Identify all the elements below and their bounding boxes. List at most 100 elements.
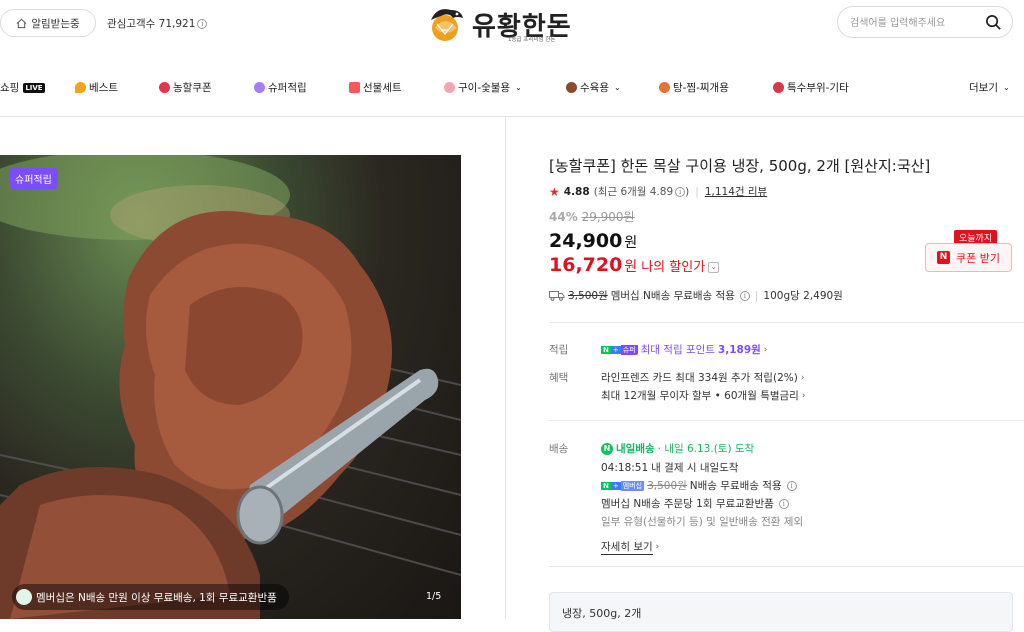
rating-recent: (최근 6개월 4.89 i): [594, 184, 690, 199]
chevron-right-icon: ›: [763, 344, 768, 355]
countdown-text: 내 결제 시 내일도착: [651, 462, 739, 474]
burst-icon: [159, 82, 170, 93]
nav-label: 구이-숯불용: [458, 82, 511, 94]
info-icon[interactable]: i: [778, 498, 789, 509]
nav-item-more[interactable]: 더보기 ⌄: [969, 80, 1010, 95]
info-icon[interactable]: i: [739, 290, 750, 301]
original-price-line: 44% 29,900원: [549, 208, 635, 225]
original-price: 29,900원: [581, 210, 635, 224]
nav-label: 더보기: [969, 82, 998, 94]
super-point-mini-badge: N + 슈퍼: [601, 344, 638, 355]
product-image[interactable]: 슈퍼적립 멤버십은 N배송 만원 이상 무료배송, 1회 무료교환반품 1/5: [0, 155, 461, 619]
chevron-down-icon: ⌄: [1002, 83, 1010, 92]
search-box: [837, 6, 1013, 38]
product-title: [농할쿠폰] 한돈 목살 구이용 냉장, 500g, 2개 [원산지:국산]: [549, 157, 931, 175]
pot-icon: [659, 82, 670, 93]
section-divider: [549, 566, 1024, 567]
info-icon[interactable]: i: [675, 187, 686, 197]
currency-unit: 원: [624, 259, 638, 275]
unit-price: 100g당 2,490원: [763, 290, 843, 302]
review-link[interactable]: 1,114건 리뷰: [705, 184, 767, 199]
badge-n: N: [601, 481, 611, 490]
delivery-fee: 3,500원: [647, 480, 687, 492]
chevron-right-icon: ›: [800, 372, 805, 383]
badge-plus: +: [610, 345, 621, 354]
option-selector[interactable]: 냉장, 500g, 2개: [549, 592, 1013, 632]
arrival-date: · 내일 6.13.(토) 도착: [657, 443, 755, 455]
gift-icon: [349, 82, 360, 93]
countdown-line: 04:18:51 내 결제 시 내일도착: [601, 460, 738, 475]
my-price-label: 나의 할인가: [641, 260, 706, 275]
badge-n: N: [601, 345, 611, 354]
nav-item-gift-set[interactable]: 선물세트: [349, 80, 402, 95]
sale-price: 24,900 원: [549, 230, 637, 252]
separator: |: [695, 185, 699, 198]
nav-label: 슈퍼적립: [268, 82, 307, 94]
benefit-card-text: 라인프렌즈 카드 최대 334원 추가 적립(2%): [601, 372, 798, 384]
shipping-text: 멤버십 N배송 무료배송 적용: [610, 290, 735, 302]
exception-line: 일부 유형(선물하기 등) 및 일반배송 전환 제외: [601, 514, 803, 529]
section-divider: [549, 420, 1024, 421]
chevron-right-icon: ›: [801, 390, 806, 401]
nav-divider: [0, 116, 1024, 117]
header: 알림받는중 관심고객수 71,921 i 유황한돈 1등급 프리미엄 한돈: [0, 0, 1024, 48]
delivery-details-link[interactable]: 자세히 보기 ›: [601, 539, 659, 555]
info-icon[interactable]: i: [197, 19, 208, 29]
truck-icon: [549, 291, 565, 301]
live-badge: LIVE: [23, 82, 45, 93]
nav-item-special[interactable]: 특수부위-기타: [773, 80, 849, 95]
get-coupon-button[interactable]: N 쿠폰 받기: [925, 243, 1012, 272]
badge-plus: +: [610, 481, 621, 490]
info-icon[interactable]: i: [786, 480, 797, 491]
rating-recent-close: ): [685, 186, 690, 198]
store-logo[interactable]: 유황한돈 1등급 프리미엄 한돈: [427, 4, 597, 44]
logo-subtitle: 1등급 프리미엄 한돈: [508, 37, 556, 43]
details-link-text: 자세히 보기: [601, 541, 653, 555]
membership-fee-line: N + 멤버십 3,500원 N배송 무료배송 적용 i: [601, 478, 797, 493]
nav-item-farm-coupon[interactable]: 농할쿠폰: [159, 80, 212, 95]
image-caption: 멤버십은 N배송 만원 이상 무료배송, 1회 무료교환반품: [12, 584, 289, 610]
steak-icon: [773, 82, 784, 93]
search-icon[interactable]: [985, 14, 1002, 31]
nav-item-stew[interactable]: 탕-찜-찌개용: [659, 80, 729, 95]
chevron-down-icon: ⌄: [613, 83, 621, 92]
benefit-card-link[interactable]: 라인프렌즈 카드 최대 334원 추가 적립(2%) ›: [601, 370, 804, 385]
express-delivery-line: N 내일배송 · 내일 6.13.(토) 도착: [601, 441, 754, 456]
grilled-pork-photo: [0, 155, 461, 619]
sale-price-value: 24,900: [549, 230, 623, 252]
image-caption-text: 멤버십은 N배송 만원 이상 무료배송, 1회 무료교환반품: [36, 591, 277, 604]
shipping-summary: 3,500원 멤버십 N배송 무료배송 적용 i | 100g당 2,490원: [549, 288, 843, 303]
chevron-right-icon: ›: [655, 542, 660, 552]
rating-line: ★ 4.88 (최근 6개월 4.89 i) | 1,114건 리뷰: [549, 184, 767, 199]
nav-item-shopping-live[interactable]: 쇼핑 LIVE: [0, 80, 45, 95]
chevron-down-icon[interactable]: ⌄: [708, 262, 720, 273]
naver-n-icon: N: [937, 251, 950, 264]
my-price-value: 16,720: [549, 254, 623, 276]
nav-label: 수육용: [580, 82, 609, 94]
nav-item-super-point[interactable]: 슈퍼적립: [254, 80, 307, 95]
nav-item-boiled[interactable]: 수육용 ⌄: [566, 80, 621, 95]
shipping-fee: 3,500원: [568, 290, 608, 302]
fire-icon: [75, 82, 86, 93]
points-link[interactable]: N + 슈퍼 최대 적립 포인트 3,189원 ›: [601, 342, 767, 357]
discount-rate: 44%: [549, 210, 578, 224]
category-nav: 쇼핑 LIVE 베스트 농할쿠폰 슈퍼적립 선물세트 구이-숯불용 ⌄ 수육용 ⌄ 탕…: [0, 70, 1024, 106]
nav-item-best[interactable]: 베스트: [75, 80, 118, 95]
search-input[interactable]: [850, 14, 980, 32]
benefit-label: 혜택: [549, 372, 569, 384]
benefit-installment-text: 최대 12개월 무이자 할부 • 60개월 특별금리: [601, 390, 799, 402]
nav-label: 선물세트: [363, 82, 402, 94]
section-divider: [549, 322, 1024, 323]
benefit-installment-link[interactable]: 최대 12개월 무이자 할부 • 60개월 특별금리 ›: [601, 388, 805, 403]
alarm-button[interactable]: 알림받는중: [0, 9, 96, 37]
exception-text: 일부 유형(선물하기 등) 및 일반배송 전환 제외: [601, 516, 804, 528]
badge-super: 슈퍼: [620, 344, 638, 355]
express-label: 내일배송: [616, 443, 655, 455]
star-icon: ★: [549, 184, 560, 199]
points-value: 3,189원: [717, 344, 761, 356]
exchange-line: 멤버십 N배송 주문당 1회 무료교환반품 i: [601, 496, 789, 511]
nav-item-grill[interactable]: 구이-숯불용 ⌄: [444, 80, 522, 95]
delivery-label: 배송: [549, 443, 569, 455]
my-discount-price: 16,720 원 나의 할인가 ⌄: [549, 254, 720, 276]
home-icon: [16, 18, 27, 28]
